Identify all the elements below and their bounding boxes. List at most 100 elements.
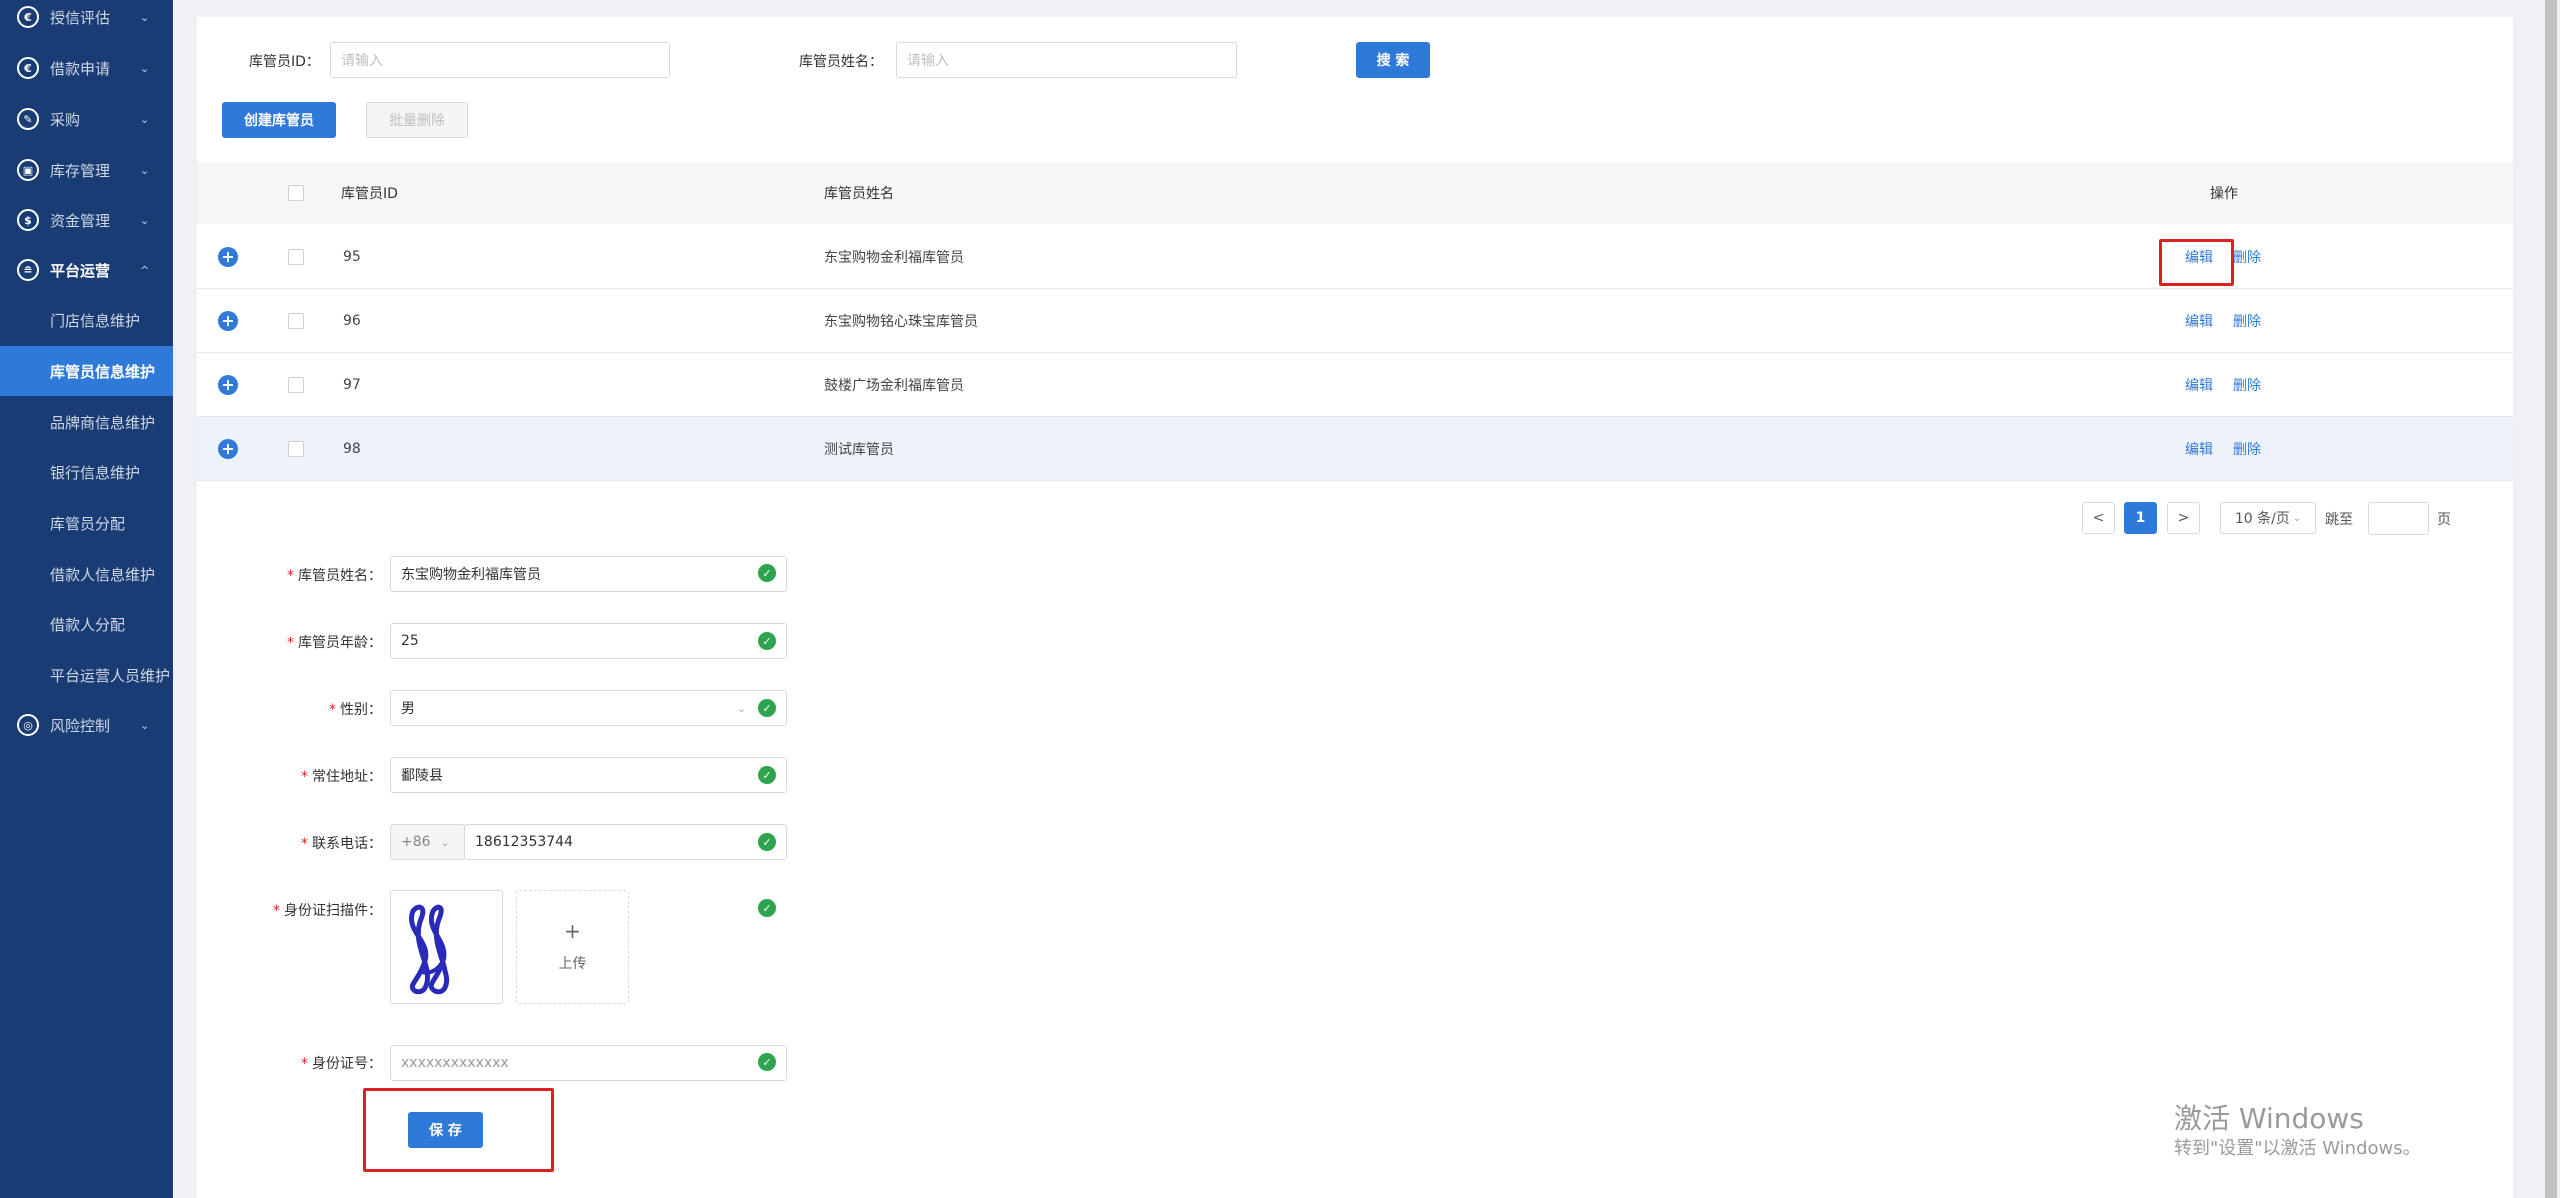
row-id: 97 [343,376,361,393]
row-checkbox[interactable] [288,248,304,265]
select-all-checkbox[interactable] [288,185,304,201]
edit-link[interactable]: 编辑 [2185,375,2213,395]
idscan-image [409,904,450,995]
check-circle-icon: ✓ [758,699,776,717]
id-number-field[interactable]: xxxxxxxxxxxxx [390,1045,787,1081]
required-icon: * [329,702,336,718]
row-checkbox[interactable] [288,312,304,329]
phone-prefix-select[interactable]: +86 ⌄ [390,824,465,860]
chevron-down-icon: ⌄ [2292,512,2302,524]
chevron-down-icon: ⌄ [140,213,150,227]
sidebar-sub-store-info[interactable]: 门店信息维护 [0,295,173,345]
chevron-down-icon: ⌄ [140,163,150,177]
sidebar-sub-bank-info[interactable]: 银行信息维护 [0,447,173,497]
required-icon: * [301,769,308,785]
edit-highlight-box [2159,239,2234,286]
edit-link[interactable]: 编辑 [2185,439,2213,459]
gender-select[interactable]: 男 ⌄ [390,690,787,726]
expand-row-icon[interactable]: + [218,310,238,331]
form-phone-label: * 联系电话： [196,833,382,853]
page-size-select[interactable]: 10 条/页 ⌄ [2220,502,2316,534]
sidebar-item-label: 借款申请 [50,59,111,78]
keeper-name-label: 库管员姓名： [799,54,883,70]
expand-row-icon[interactable]: + [218,438,238,459]
form-age-label: * 库管员年龄： [196,632,382,652]
delete-link[interactable]: 删除 [2233,311,2261,331]
chevron-down-icon: ⌄ [140,61,150,75]
sidebar-item-credit-eval[interactable]: € 授信评估 ⌄ [0,0,173,42]
keeper-name-field[interactable]: 东宝购物金利福库管员 [390,556,787,592]
sidebar-item-purchase[interactable]: ✎ 采购 ⌄ [0,94,173,144]
search-button[interactable]: 搜 索 [1356,42,1430,78]
col-header-name: 库管员姓名 [824,186,894,202]
form-idnum-label: * 身份证号： [196,1053,382,1073]
required-icon: * [287,568,294,584]
row-checkbox[interactable] [288,440,304,457]
sidebar-sub-ops-staff[interactable]: 平台运营人员维护 [0,650,173,700]
required-icon: * [301,836,308,852]
expand-row-icon[interactable]: + [218,374,238,395]
form-name-label: * 库管员姓名： [196,565,382,585]
expand-row-icon[interactable]: + [218,246,238,267]
sidebar-item-label: 授信评估 [50,8,111,27]
required-icon: * [273,903,280,919]
form-name-label-text: 库管员姓名： [298,568,382,584]
keeper-id-label: 库管员ID： [249,54,320,70]
sidebar-sub-borrower-info[interactable]: 借款人信息维护 [0,549,173,599]
keeper-name-input[interactable]: 请输入 [896,42,1237,78]
form-phone-label-text: 联系电话： [312,836,382,852]
row-id: 96 [343,312,361,329]
sidebar-item-risk-control[interactable]: ◎ 风险控制 ⌄ [0,700,173,750]
sidebar-item-label: 平台运营 [50,261,111,280]
sidebar-item-label: 采购 [50,110,81,129]
chevron-down-icon: ⌄ [737,701,747,715]
create-keeper-button[interactable]: 创建库管员 [222,102,336,138]
edit-link[interactable]: 编辑 [2185,311,2213,331]
sidebar-sub-borrower-assign[interactable]: 借款人分配 [0,599,173,649]
upload-button[interactable]: + 上传 [516,890,629,1004]
sidebar-sub-keeper-info[interactable]: 库管员信息维护 [0,346,173,396]
sidebar-item-platform-ops[interactable]: ≘ 平台运营 ^ [0,245,173,295]
platform-icon: ≘ [17,259,39,281]
shield-icon: ◎ [17,714,39,736]
form-address-label-text: 常住地址： [312,769,382,785]
row-checkbox[interactable] [288,376,304,393]
row-id: 95 [343,248,361,265]
sidebar-item-inventory[interactable]: ▣ 库存管理 ⌄ [0,145,173,195]
check-circle-icon: ✓ [758,1053,776,1071]
euro-icon: € [17,6,39,28]
required-icon: * [301,1056,308,1072]
prev-page-button[interactable]: < [2082,502,2115,534]
jump-label: 跳至 [2325,512,2353,528]
row-name: 东宝购物铭心珠宝库管员 [824,313,978,330]
sidebar-sub-keeper-assign[interactable]: 库管员分配 [0,498,173,548]
idscan-thumbnail[interactable] [390,890,503,1004]
sidebar-item-loan-apply[interactable]: € 借款申请 ⌄ [0,43,173,93]
scrollbar-thumb[interactable] [2545,0,2557,1198]
delete-link[interactable]: 删除 [2233,375,2261,395]
dollar-icon: $ [17,209,39,231]
required-icon: * [287,635,294,651]
keeper-id-input[interactable]: 请输入 [330,42,670,78]
row-name: 东宝购物金利福库管员 [824,249,964,266]
chevron-down-icon: ⌄ [140,112,150,126]
sidebar-item-funds[interactable]: $ 资金管理 ⌄ [0,195,173,245]
batch-delete-button[interactable]: 批量删除 [366,102,468,138]
form-gender-label: * 性别： [196,699,382,719]
page-1-button[interactable]: 1 [2124,502,2157,534]
row-name: 测试库管员 [824,441,894,458]
check-circle-icon: ✓ [758,564,776,582]
table-row: + 98 测试库管员 编辑 删除 [197,417,2513,481]
delete-link[interactable]: 删除 [2233,247,2261,267]
table-row: + 96 东宝购物铭心珠宝库管员 编辑 删除 [197,289,2513,353]
phone-field[interactable]: 18612353744 [464,824,787,860]
jump-page-input[interactable] [2368,502,2429,535]
check-circle-icon: ✓ [758,899,776,917]
table-row: + 97 鼓楼广场金利福库管员 编辑 删除 [197,353,2513,417]
delete-link[interactable]: 删除 [2233,439,2261,459]
keeper-age-field[interactable]: 25 [390,623,787,659]
next-page-button[interactable]: > [2167,502,2200,534]
sidebar-sub-brand-info[interactable]: 品牌商信息维护 [0,397,173,447]
address-field[interactable]: 鄱陵县 [390,757,787,793]
row-name: 鼓楼广场金利福库管员 [824,377,964,394]
